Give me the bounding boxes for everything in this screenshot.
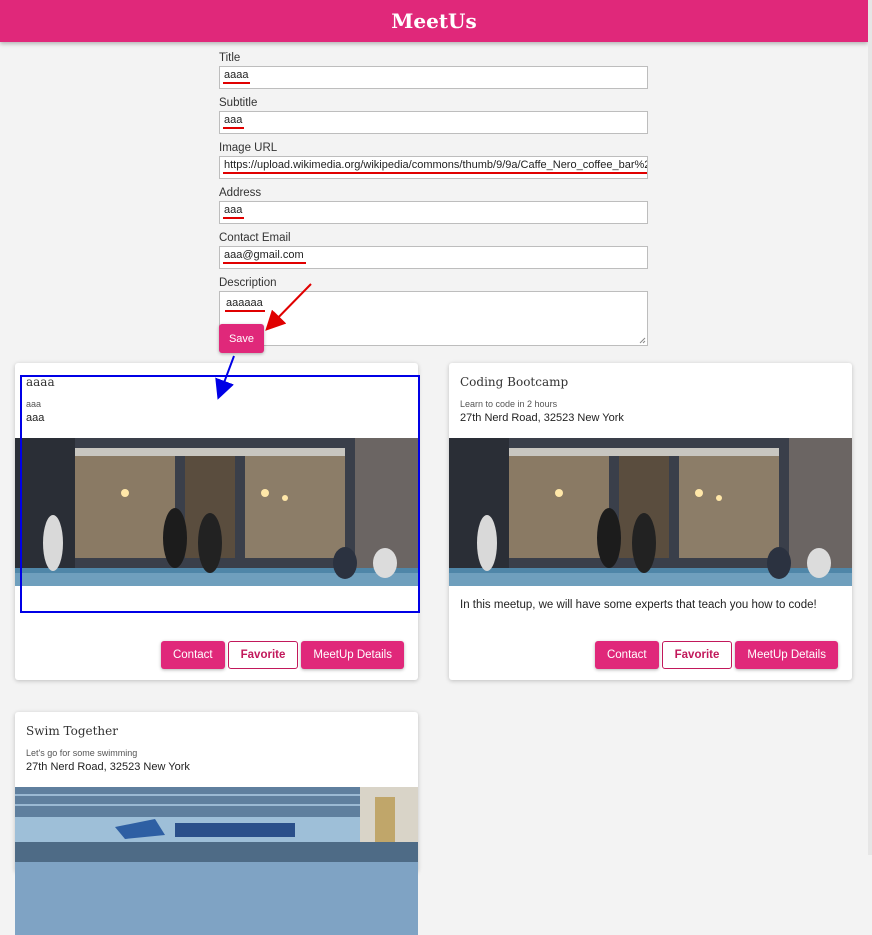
contact-email-value: aaa@gmail.com	[223, 249, 306, 264]
meetup-details-button[interactable]: MeetUp Details	[301, 641, 404, 669]
address-label: Address	[219, 187, 262, 199]
contact-button[interactable]: Contact	[160, 641, 225, 669]
contact-email-label: Contact Email	[219, 232, 291, 244]
card-title: aaaa	[26, 375, 55, 389]
image-url-value: https://upload.wikimedia.org/wikipedia/c…	[223, 159, 647, 174]
meetup-card-coding-bootcamp: Coding Bootcamp Learn to code in 2 hours…	[449, 363, 852, 680]
card-image	[449, 438, 852, 586]
card-subtitle: aaa	[26, 399, 42, 409]
subtitle-value: aaa	[223, 114, 245, 129]
favorite-button[interactable]: Favorite	[661, 641, 733, 669]
favorite-button[interactable]: Favorite	[227, 641, 299, 669]
meetup-card-aaaa: aaaa aaa aaa Contact Favorite MeetUp Det…	[15, 363, 418, 680]
card-image	[15, 787, 418, 935]
subtitle-label: Subtitle	[219, 97, 258, 109]
save-button[interactable]: Save	[219, 324, 264, 353]
image-url-label: Image URL	[219, 142, 278, 154]
description-textarea[interactable]: aaaaaa	[219, 291, 648, 346]
subtitle-input[interactable]: aaa	[219, 111, 648, 134]
card-description: In this meetup, we will have some expert…	[460, 599, 817, 611]
card-title: Coding Bootcamp	[460, 375, 569, 389]
card-actions: Contact Favorite MeetUp Details	[594, 641, 838, 669]
meetup-form: Title aaaa Subtitle aaa Image URL https:…	[219, 52, 649, 351]
card-actions: Contact Favorite MeetUp Details	[160, 641, 404, 669]
image-url-input[interactable]: https://upload.wikimedia.org/wikipedia/c…	[219, 156, 648, 179]
app-header: MeetUs	[0, 0, 868, 42]
title-input[interactable]: aaaa	[219, 66, 648, 89]
description-label: Description	[219, 277, 277, 289]
title-label: Title	[219, 52, 241, 64]
meetup-details-button[interactable]: MeetUp Details	[735, 641, 838, 669]
card-address: aaa	[26, 412, 45, 424]
card-title: Swim Together	[26, 724, 118, 738]
resize-handle-icon[interactable]	[639, 337, 646, 344]
contact-button[interactable]: Contact	[594, 641, 659, 669]
address-value: aaa	[223, 204, 245, 219]
card-address: 27th Nerd Road, 32523 New York	[26, 761, 190, 773]
card-subtitle: Let's go for some swimming	[26, 748, 138, 758]
app-title: MeetUs	[391, 9, 477, 33]
description-value: aaaaaa	[225, 297, 265, 312]
meetup-card-swim-together: Swim Together Let's go for some swimming…	[15, 712, 418, 935]
title-value: aaaa	[223, 69, 251, 84]
address-input[interactable]: aaa	[219, 201, 648, 224]
card-subtitle: Learn to code in 2 hours	[460, 399, 558, 409]
card-image	[15, 438, 418, 586]
card-address: 27th Nerd Road, 32523 New York	[460, 412, 624, 424]
scrollbar-track[interactable]	[868, 0, 872, 855]
contact-email-input[interactable]: aaa@gmail.com	[219, 246, 648, 269]
